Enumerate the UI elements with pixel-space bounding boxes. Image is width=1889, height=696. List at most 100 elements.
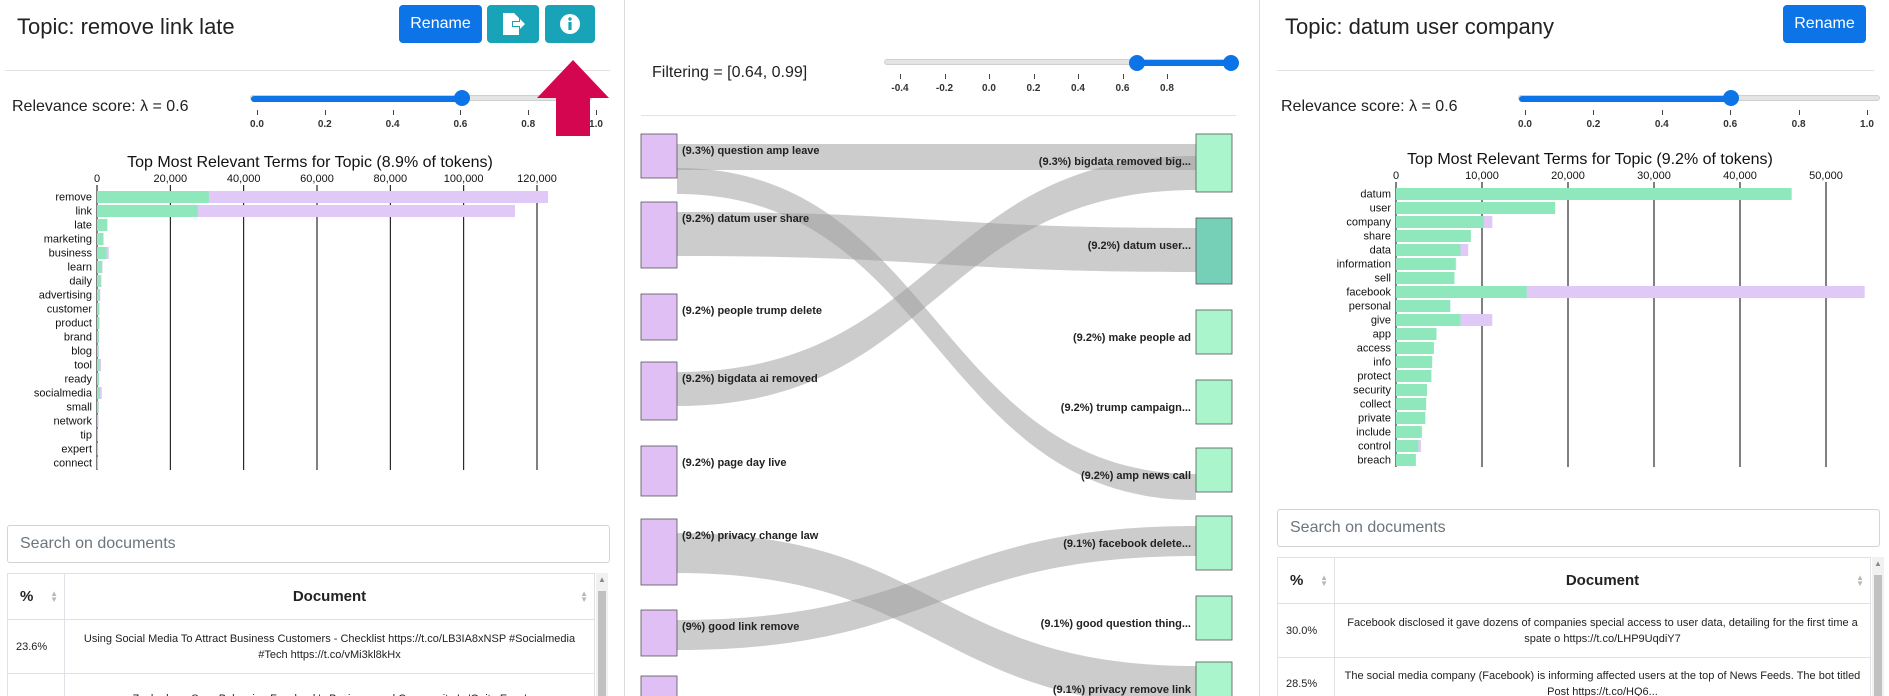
topic-term-bar[interactable] [1396,272,1455,284]
left-scroll-thumb[interactable] [598,591,606,696]
term-label[interactable]: marketing [44,234,92,246]
left-document-header[interactable]: Document ▲ ▼ [64,573,595,620]
term-label[interactable]: advertising [39,290,92,302]
topic-term-bar[interactable] [97,359,100,371]
topic-term-bar[interactable] [97,219,108,231]
topic-term-bar[interactable] [97,429,98,441]
term-label[interactable]: remove [55,192,92,204]
term-label[interactable]: learn [68,262,92,274]
topic-term-bar[interactable] [97,233,104,245]
term-label[interactable]: business [49,248,93,260]
right-topic-node[interactable] [1195,133,1233,193]
left-topic-node[interactable] [640,133,678,179]
term-label[interactable]: security [1353,385,1391,397]
right-scroll-thumb[interactable] [1874,575,1882,696]
term-label[interactable]: access [1357,343,1392,355]
topic-term-bar[interactable] [1396,244,1461,256]
topic-term-bar[interactable] [1396,216,1484,228]
topic-term-bar[interactable] [97,387,100,399]
left-document-search-input[interactable] [7,525,610,563]
topic-term-bar[interactable] [1396,258,1456,270]
topic-term-bar[interactable] [97,191,209,203]
filter-max-knob[interactable] [1223,55,1239,71]
table-row[interactable]: 28.5% The social media company (Facebook… [1277,657,1871,696]
right-topic-node[interactable] [1195,309,1233,355]
topic-term-bar[interactable] [1396,356,1433,368]
left-lambda-knob[interactable] [454,90,470,106]
term-label[interactable]: facebook [1346,287,1391,299]
topic-term-bar[interactable] [97,457,98,469]
topic-term-bar[interactable] [97,373,99,385]
topic-term-bar[interactable] [1396,412,1426,424]
right-document-search-input[interactable] [1277,509,1880,547]
left-topic-node[interactable] [640,675,678,696]
topic-term-bar[interactable] [97,317,100,329]
left-topic-node[interactable] [640,518,678,586]
term-label[interactable]: product [55,318,92,330]
term-label[interactable]: sell [1374,273,1391,285]
topic-term-bar[interactable] [1396,398,1427,410]
term-label[interactable]: protect [1357,371,1391,383]
topic-term-bar[interactable] [1396,454,1416,466]
term-label[interactable]: network [53,416,92,428]
table-row[interactable]: Zuckerberg Says Balancing Facebook's Bus… [7,673,595,696]
topic-term-bar[interactable] [1396,328,1437,340]
info-button[interactable] [545,5,595,43]
topic-term-bar[interactable] [1396,286,1527,298]
topic-term-bar[interactable] [97,289,100,301]
term-label[interactable]: app [1373,329,1391,341]
term-label[interactable]: expert [61,444,92,456]
topic-term-bar[interactable] [1396,426,1422,438]
topic-term-bar[interactable] [97,247,107,259]
left-table-scrollbar[interactable]: ▲ [596,573,608,696]
term-label[interactable]: give [1371,315,1391,327]
topic-term-bar[interactable] [97,345,99,357]
term-label[interactable]: breach [1357,455,1391,467]
term-label[interactable]: control [1358,441,1391,453]
topic-term-bar[interactable] [97,261,102,273]
topic-term-bar[interactable] [97,415,99,427]
term-label[interactable]: customer [47,304,93,316]
right-table-scrollbar[interactable]: ▲ [1872,557,1884,696]
topic-term-bar[interactable] [1396,230,1471,242]
right-rename-button[interactable]: Rename [1783,5,1866,43]
table-row[interactable]: 30.0% Facebook disclosed it gave dozens … [1277,603,1871,658]
right-topic-node[interactable] [1195,447,1233,493]
right-topic-node[interactable] [1195,661,1233,696]
term-label[interactable]: information [1337,259,1391,271]
left-topic-node[interactable] [640,201,678,269]
term-label[interactable]: share [1363,231,1391,243]
term-label[interactable]: info [1373,357,1391,369]
right-topic-node[interactable] [1195,217,1233,285]
term-label[interactable]: brand [64,332,92,344]
left-topic-node[interactable] [640,293,678,341]
filter-min-knob[interactable] [1129,55,1145,71]
topic-term-bar[interactable] [1396,202,1556,214]
left-topic-node[interactable] [640,361,678,421]
term-label[interactable]: socialmedia [34,388,93,400]
topic-term-bar[interactable] [1396,300,1451,312]
export-button[interactable] [487,5,539,43]
term-label[interactable]: personal [1349,301,1391,313]
term-label[interactable]: blog [71,346,92,358]
right-topic-node[interactable] [1195,515,1233,571]
right-pct-header[interactable]: % ▲ ▼ [1277,557,1335,604]
topic-term-bar[interactable] [1396,384,1427,396]
right-lambda-knob[interactable] [1723,90,1739,106]
left-pct-header[interactable]: % ▲ ▼ [7,573,65,620]
left-topic-node[interactable] [640,609,678,657]
topic-term-bar[interactable] [97,303,100,315]
right-topic-node[interactable] [1195,379,1233,425]
topic-term-bar[interactable] [1396,314,1461,326]
topic-term-bar[interactable] [97,275,101,287]
term-label[interactable]: datum [1360,189,1391,201]
left-topic-node[interactable] [640,445,678,497]
term-label[interactable]: company [1346,217,1391,229]
left-rename-button[interactable]: Rename [399,5,482,43]
topic-term-bar[interactable] [97,205,198,217]
topic-term-bar[interactable] [97,401,99,413]
topic-term-bar[interactable] [97,331,99,343]
term-label[interactable]: small [66,402,92,414]
term-label[interactable]: include [1356,427,1391,439]
topic-term-bar[interactable] [1396,370,1432,382]
